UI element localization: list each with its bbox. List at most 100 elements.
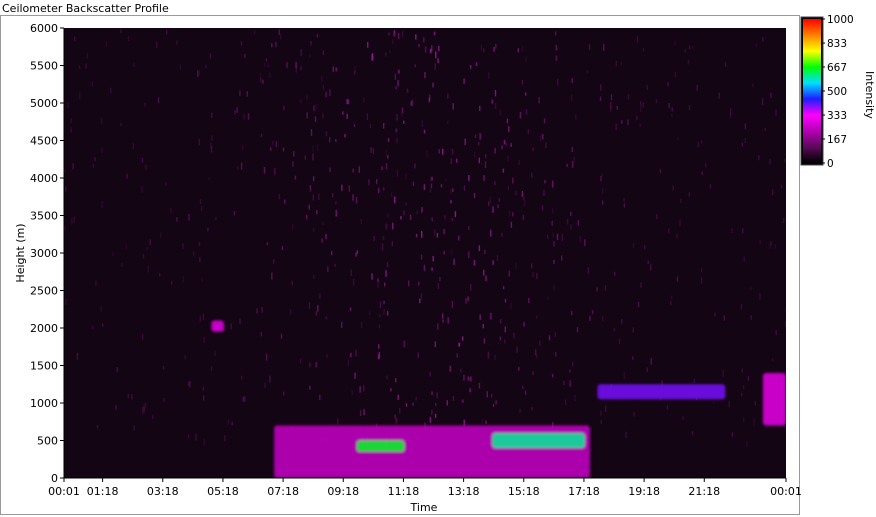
- noise-speck: [468, 251, 470, 259]
- x-tick-label: 00:01: [770, 485, 802, 498]
- noise-speck: [347, 359, 350, 366]
- noise-speck: [532, 371, 534, 375]
- noise-speck: [157, 97, 160, 104]
- noise-speck: [300, 99, 302, 104]
- noise-speck: [211, 135, 213, 141]
- y-tick-label: 1500: [30, 360, 58, 373]
- noise-speck: [671, 107, 673, 112]
- noise-speck: [102, 323, 104, 327]
- noise-speck: [300, 49, 302, 56]
- noise-speck: [240, 162, 243, 170]
- noise-speck: [331, 250, 333, 256]
- y-tick-label: 3500: [30, 210, 58, 223]
- noise-speck: [499, 336, 502, 341]
- noise-speck: [484, 161, 487, 168]
- noise-speck: [281, 245, 284, 250]
- noise-speck: [378, 324, 381, 329]
- noise-speck: [395, 378, 397, 383]
- noise-speck: [316, 143, 319, 151]
- noise-speck: [329, 167, 331, 173]
- noise-speck: [724, 62, 727, 67]
- noise-speck: [758, 155, 760, 161]
- noise-speck: [308, 302, 311, 309]
- noise-speck: [697, 141, 699, 148]
- noise-speck: [412, 181, 415, 186]
- noise-speck: [70, 127, 72, 133]
- noise-speck: [367, 41, 369, 48]
- noise-speck: [196, 70, 199, 78]
- noise-speck: [747, 376, 750, 381]
- noise-speck: [318, 193, 320, 200]
- noise-speck: [293, 150, 295, 157]
- noise-speck: [141, 157, 144, 163]
- noise-speck: [144, 102, 146, 107]
- noise-speck: [401, 107, 404, 114]
- noise-speck: [460, 368, 462, 373]
- noise-speck: [490, 229, 492, 237]
- noise-speck: [531, 406, 533, 411]
- noise-speck: [750, 315, 753, 321]
- noise-speck: [386, 375, 388, 380]
- noise-speck: [112, 252, 114, 257]
- noise-speck: [596, 287, 598, 292]
- noise-speck: [91, 81, 93, 87]
- noise-speck: [379, 301, 382, 309]
- noise-speck: [432, 255, 434, 262]
- noise-speck: [405, 173, 407, 180]
- noise-speck: [187, 434, 190, 439]
- noise-speck: [450, 188, 452, 195]
- noise-speck: [202, 313, 205, 321]
- noise-speck: [253, 30, 256, 35]
- noise-speck: [579, 235, 581, 243]
- noise-speck: [632, 327, 634, 333]
- noise-speck: [723, 315, 725, 321]
- noise-speck: [700, 277, 703, 284]
- x-tick-label: 17:18: [568, 485, 600, 498]
- noise-speck: [570, 94, 573, 102]
- noise-speck: [599, 84, 602, 91]
- noise-speck: [347, 99, 349, 105]
- noise-speck: [483, 269, 485, 276]
- feature-band: [211, 320, 224, 332]
- noise-speck: [452, 103, 454, 110]
- noise-speck: [483, 175, 485, 182]
- noise-speck: [383, 309, 385, 316]
- noise-speck: [547, 296, 549, 300]
- noise-speck: [147, 265, 149, 273]
- noise-speck: [442, 313, 444, 319]
- noise-speck: [308, 54, 311, 59]
- feature-band: [762, 373, 786, 426]
- noise-speck: [646, 367, 648, 373]
- noise-speck: [237, 166, 239, 170]
- x-tick-label: 03:18: [147, 485, 179, 498]
- noise-speck: [267, 63, 269, 68]
- noise-speck: [385, 223, 388, 230]
- noise-speck: [418, 281, 420, 286]
- noise-speck: [492, 206, 494, 214]
- noise-speck: [754, 401, 756, 406]
- noise-speck: [498, 198, 500, 202]
- noise-speck: [265, 58, 268, 62]
- backscatter-chart[interactable]: 0500100015002000250030003500400045005000…: [0, 0, 876, 517]
- noise-speck: [215, 216, 217, 220]
- noise-speck: [483, 48, 485, 53]
- noise-speck: [499, 109, 502, 116]
- noise-speck: [513, 332, 515, 339]
- noise-speck: [524, 390, 527, 395]
- noise-speck: [438, 45, 440, 52]
- noise-speck: [315, 311, 317, 316]
- noise-speck: [390, 388, 392, 392]
- y-tick-label: 2000: [30, 322, 58, 335]
- noise-speck: [522, 214, 525, 220]
- noise-speck: [184, 354, 186, 360]
- noise-speck: [688, 45, 691, 50]
- noise-speck: [165, 182, 167, 187]
- noise-speck: [401, 31, 404, 38]
- noise-speck: [322, 50, 325, 56]
- noise-speck: [672, 185, 674, 191]
- noise-speck: [640, 101, 642, 105]
- noise-speck: [487, 351, 490, 359]
- noise-speck: [452, 188, 454, 193]
- noise-speck: [381, 166, 383, 171]
- noise-speck: [272, 140, 274, 146]
